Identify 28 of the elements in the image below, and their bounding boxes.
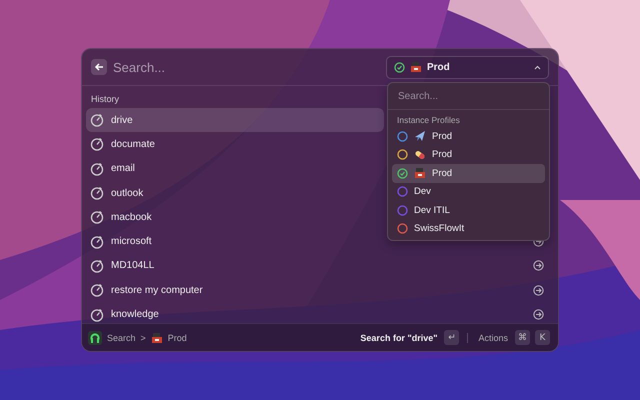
profile-option[interactable]: Prod (392, 164, 545, 182)
breadcrumb-link[interactable]: Search (107, 332, 136, 342)
profile-option[interactable]: Prod (392, 127, 545, 146)
search-field[interactable]: Search... (113, 60, 380, 74)
history-item[interactable]: email (111, 163, 135, 174)
profile-option[interactable]: SwissFlowIt (392, 220, 545, 238)
section-title: History (90, 93, 120, 106)
profile-option[interactable]: Dev (392, 182, 545, 201)
primary-action-button[interactable]: Search for "drive" (358, 332, 440, 342)
menu-section-title: Instance Profiles (396, 114, 461, 127)
history-item[interactable]: microsoft (111, 236, 152, 248)
profile-option[interactable]: Dev ITIL (392, 201, 545, 220)
profile-dropdown[interactable]: Prod (386, 56, 549, 78)
breadcrumb-current: Prod (168, 332, 187, 342)
profile-option[interactable]: Prod (392, 146, 545, 164)
history-item[interactable]: MD104LL (111, 260, 154, 272)
history-item[interactable]: outlook (111, 188, 144, 199)
history-item[interactable]: restore my computer (111, 284, 203, 296)
key-hint: K (535, 330, 550, 345)
history-item[interactable]: drive (111, 114, 133, 126)
history-item[interactable]: knowledge (111, 309, 159, 320)
breadcrumb-separator: > (140, 332, 146, 342)
actions-button[interactable]: Actions (476, 332, 510, 342)
key-hint: ↵ (444, 330, 460, 345)
history-item[interactable]: documate (111, 138, 155, 150)
menu-search-field[interactable]: Search... (388, 83, 549, 110)
history-item[interactable]: macbook (111, 212, 152, 223)
key-hint: ⌘ (515, 330, 530, 345)
